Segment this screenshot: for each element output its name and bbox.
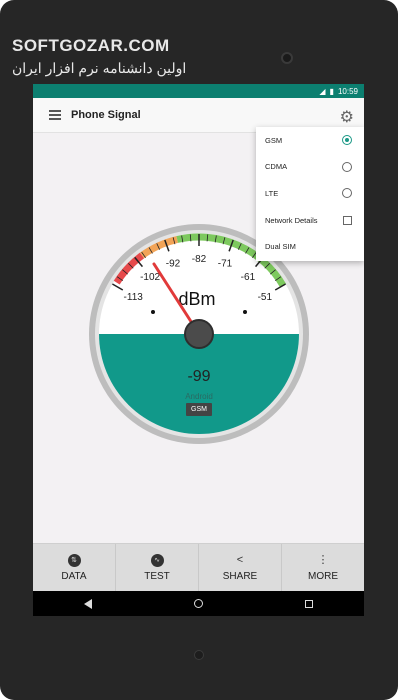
menu-item-lte[interactable]: LTE — [256, 180, 364, 207]
share-label: SHARE — [222, 571, 258, 582]
front-camera — [281, 52, 293, 64]
device-label: Android — [185, 392, 213, 401]
test-button[interactable]: ∿ TEST — [116, 544, 199, 591]
menu-item-dual-sim[interactable]: Dual SIM — [256, 233, 364, 260]
app-title: Phone Signal — [71, 109, 141, 121]
radio-lte[interactable] — [342, 188, 352, 199]
gauge-hub — [184, 319, 214, 349]
data-transfer-icon: ⇅ — [67, 553, 81, 567]
gauge-unit: dBm — [178, 289, 215, 309]
network-menu: GSM CDMA LTE Network Details Dual SIM — [256, 127, 364, 261]
gear-icon[interactable]: ⚙ — [340, 107, 354, 127]
screen: ◢ ▮ 10:59 Phone Signal ⚙ -113 -102 -92 -… — [33, 84, 364, 616]
back-icon[interactable] — [84, 598, 92, 609]
menu-item-label: GSM — [265, 135, 283, 145]
gauge-tick-label: -51 — [258, 292, 273, 303]
gauge-tick-label: -71 — [218, 259, 233, 270]
checkbox-network-details[interactable] — [343, 215, 352, 225]
radio-gsm[interactable] — [342, 135, 352, 146]
home-icon[interactable] — [194, 599, 203, 608]
more-label: MORE — [308, 571, 338, 582]
system-nav-bar — [33, 591, 364, 616]
menu-item-label: Dual SIM — [265, 242, 296, 252]
data-button[interactable]: ⇅ DATA — [33, 544, 116, 591]
signal-reading: -99 — [187, 368, 211, 385]
share-button[interactable]: < SHARE — [199, 544, 282, 591]
menu-item-label: CDMA — [265, 162, 288, 172]
gauge-dot-right — [243, 310, 247, 314]
bottom-nav: ⇅ DATA ∿ TEST < SHARE ⋮ MORE — [33, 543, 364, 591]
status-time: 10:59 — [337, 86, 358, 96]
pulse-icon: ∿ — [150, 553, 164, 567]
signal-icon: ◢ — [319, 86, 326, 96]
share-icon: < — [236, 554, 244, 566]
recents-icon[interactable] — [305, 599, 313, 608]
gauge-lower-fill — [99, 334, 299, 434]
gauge-tick-label: -82 — [192, 254, 207, 265]
menu-item-cdma[interactable]: CDMA — [256, 154, 364, 181]
battery-icon: ▮ — [329, 86, 334, 96]
more-vert-icon: ⋮ — [317, 554, 329, 566]
gauge-tick-label: -113 — [124, 292, 144, 303]
data-label: DATA — [61, 570, 87, 582]
device-sensor — [194, 650, 204, 660]
menu-item-gsm[interactable]: GSM — [256, 127, 364, 154]
test-label: TEST — [144, 570, 170, 582]
gauge-tick-label: -92 — [166, 259, 181, 270]
menu-item-label: Network Details — [265, 215, 318, 225]
watermark-title: SOFTGOZAR.COM — [12, 36, 170, 55]
gauge-dot-left — [151, 310, 155, 314]
network-badge: GSM — [186, 403, 212, 416]
menu-item-network-details[interactable]: Network Details — [256, 207, 364, 234]
radio-cdma[interactable] — [342, 161, 352, 172]
watermark-subtitle: اولین دانشنامه نرم افزار ایران — [12, 60, 187, 76]
menu-item-label: LTE — [265, 188, 279, 198]
tablet-frame: SOFTGOZAR.COM اولین دانشنامه نرم افزار ا… — [0, 0, 398, 700]
gauge-tick-label: -102 — [140, 272, 160, 283]
status-bar: ◢ ▮ 10:59 — [33, 84, 364, 98]
hamburger-menu-icon[interactable] — [49, 110, 61, 120]
watermark: SOFTGOZAR.COM اولین دانشنامه نرم افزار ا… — [12, 36, 186, 77]
more-button[interactable]: ⋮ MORE — [282, 544, 364, 591]
gauge-tick-label: -61 — [241, 272, 256, 283]
